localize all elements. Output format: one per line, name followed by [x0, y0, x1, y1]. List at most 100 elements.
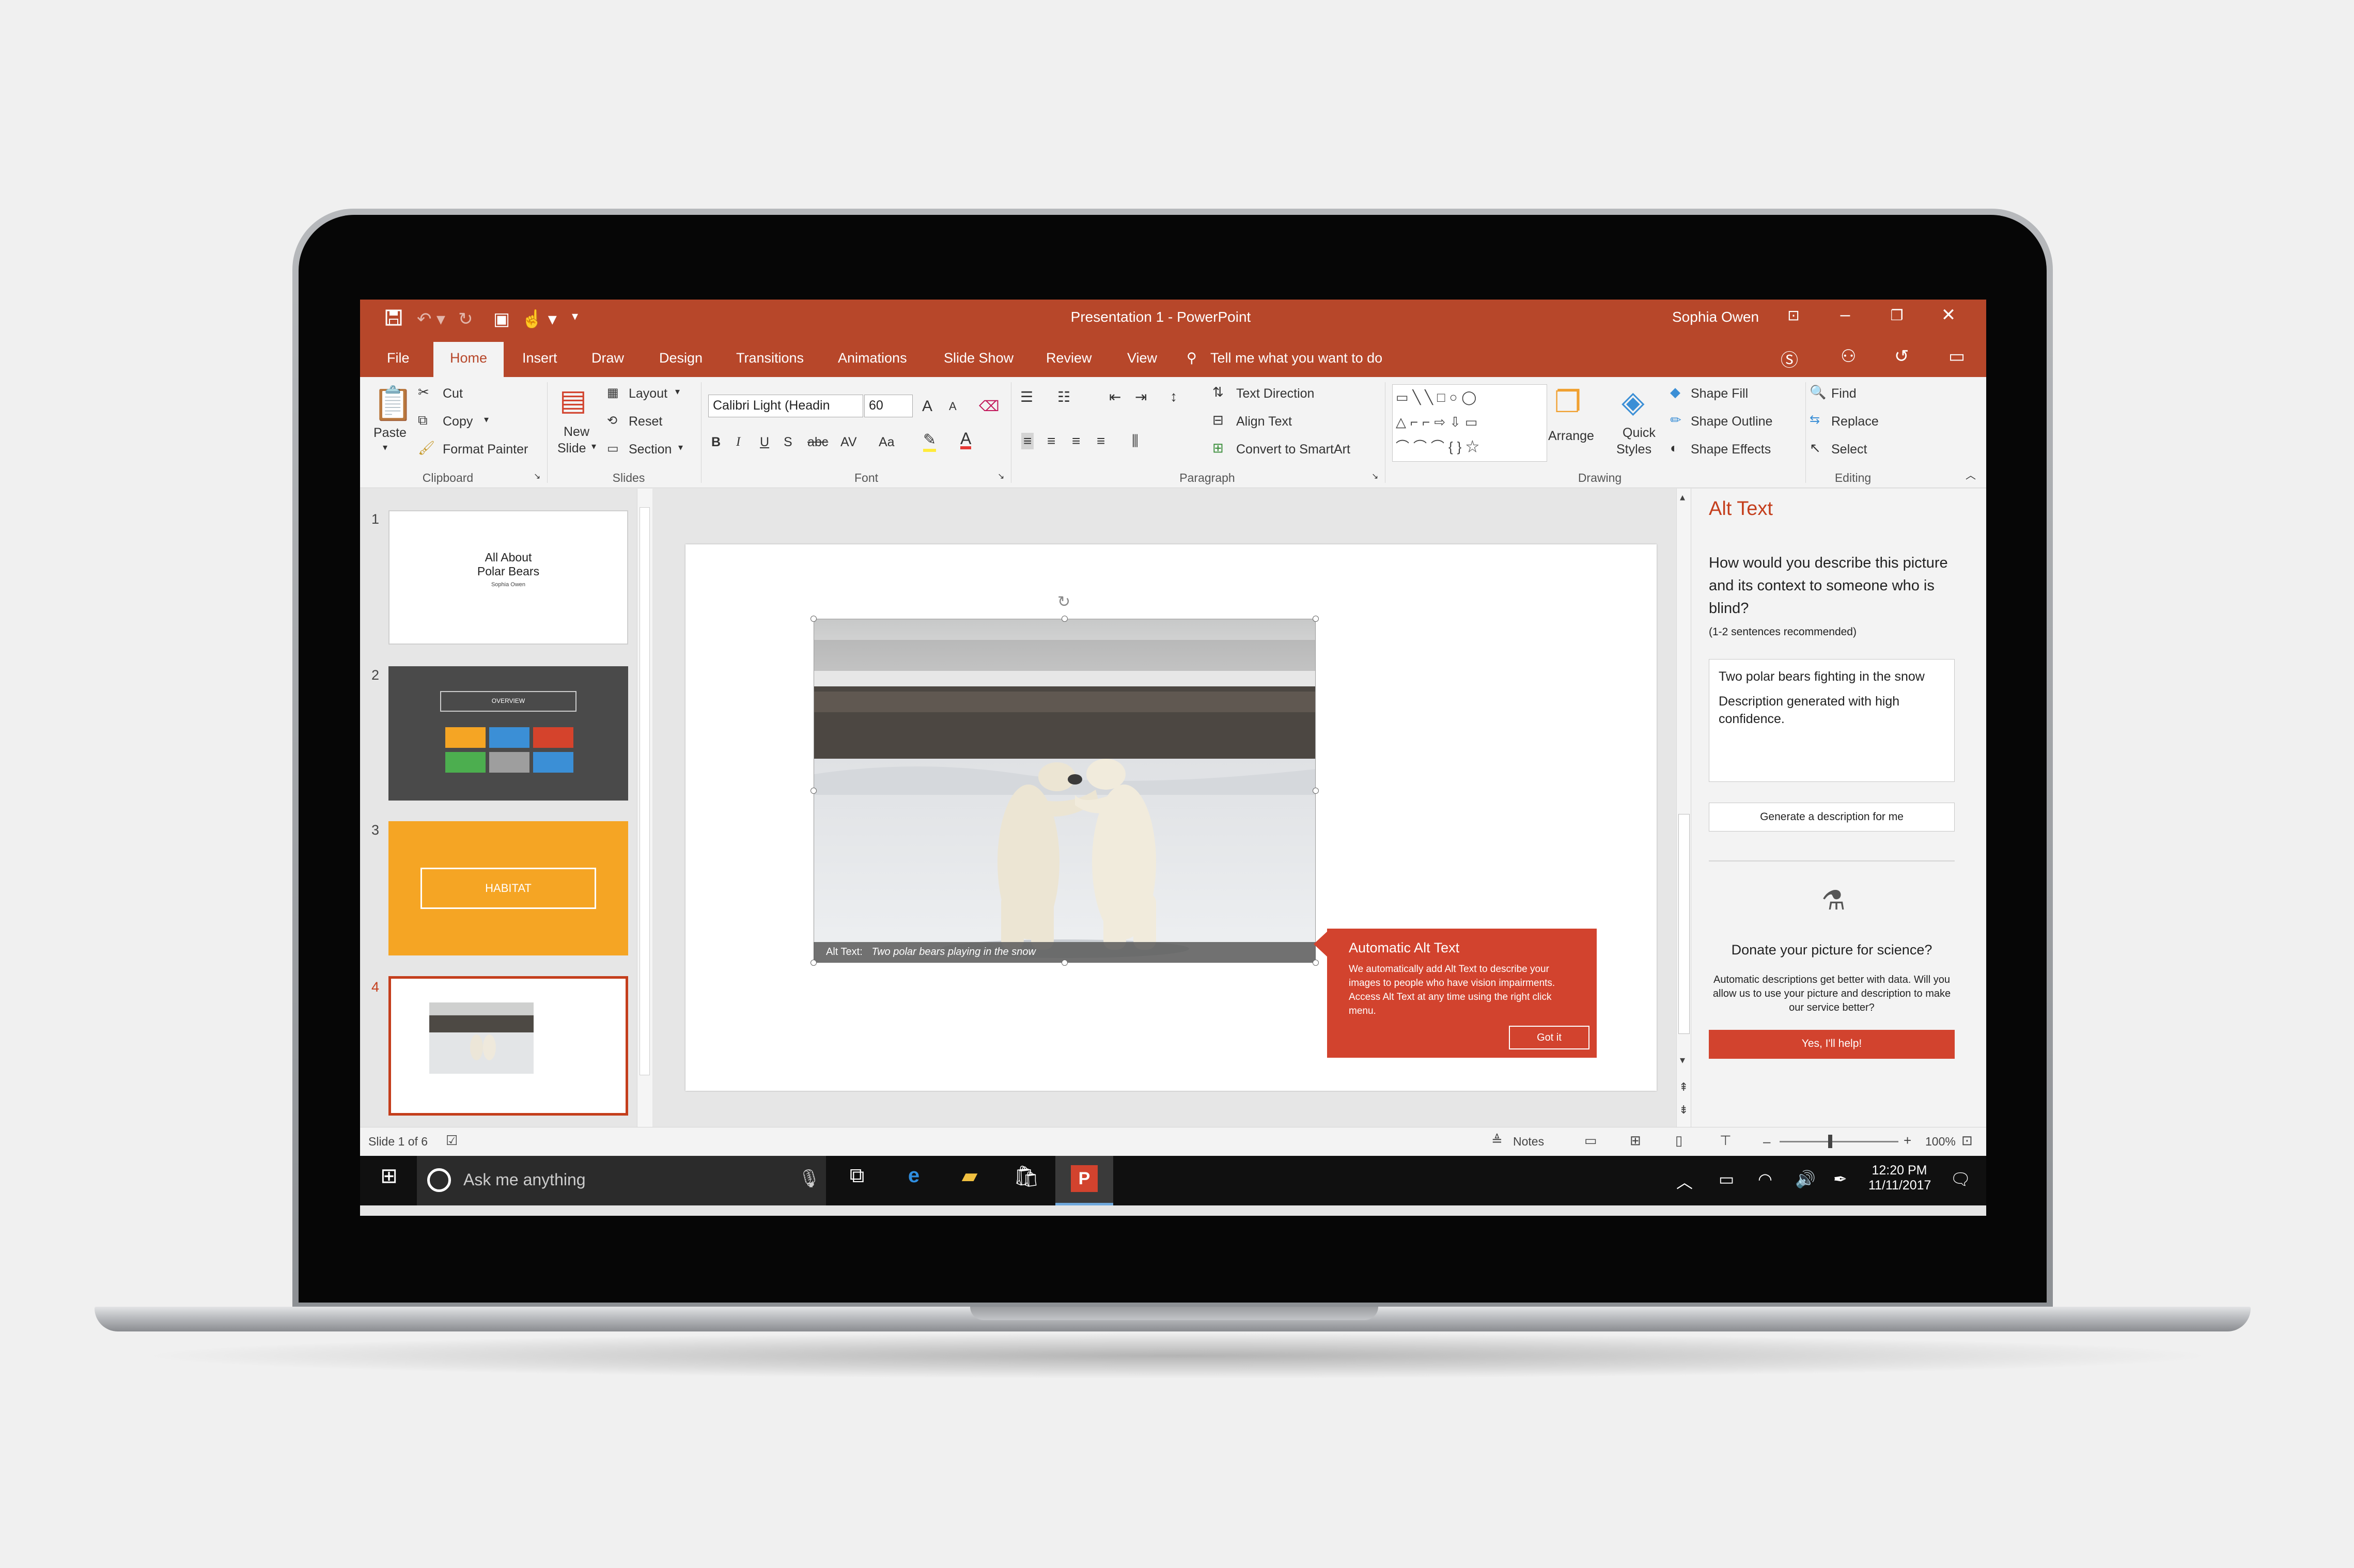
- resize-handle[interactable]: [1313, 788, 1319, 794]
- clipboard-launcher-icon[interactable]: ↘: [534, 471, 540, 481]
- redo-icon[interactable]: ↻: [458, 309, 473, 330]
- thumbnail-slide-1[interactable]: All About Polar Bears Sophia Owen: [388, 510, 628, 645]
- resize-handle[interactable]: [810, 616, 817, 622]
- quick-styles-label[interactable]: Styles: [1616, 442, 1651, 457]
- notes-button[interactable]: Notes: [1513, 1135, 1544, 1149]
- tab-home[interactable]: Home: [433, 342, 504, 377]
- reading-view-icon[interactable]: ▯: [1675, 1133, 1682, 1149]
- font-family-combo[interactable]: Calibri Light (Headin: [708, 395, 863, 417]
- bold-button[interactable]: B: [711, 435, 721, 450]
- battery-icon[interactable]: ▭: [1719, 1169, 1734, 1189]
- normal-view-icon[interactable]: ▭: [1584, 1133, 1597, 1149]
- ribbon-display-icon[interactable]: ⊡: [1775, 307, 1812, 333]
- layout-dropdown-icon[interactable]: ▾: [675, 386, 680, 397]
- new-slide-label[interactable]: Slide: [557, 441, 586, 456]
- clock[interactable]: 12:20 PM 11/11/2017: [1868, 1163, 1931, 1193]
- cut-button[interactable]: Cut: [443, 386, 463, 401]
- shrink-font-button[interactable]: A: [949, 400, 957, 413]
- history-icon[interactable]: ↺: [1894, 346, 1909, 367]
- wifi-icon[interactable]: ◠: [1758, 1169, 1772, 1189]
- present-icon[interactable]: ▣: [493, 309, 510, 330]
- tab-draw[interactable]: Draw: [591, 350, 624, 366]
- section-dropdown-icon[interactable]: ▾: [678, 442, 683, 453]
- tab-design[interactable]: Design: [659, 350, 703, 366]
- paste-button[interactable]: Paste: [373, 426, 407, 441]
- action-center-icon[interactable]: 🗨: [1950, 1169, 1971, 1189]
- font-size-combo[interactable]: 60: [864, 395, 913, 417]
- bullets-icon[interactable]: ☰: [1020, 388, 1033, 405]
- yes-ill-help-button[interactable]: Yes, I'll help!: [1709, 1030, 1955, 1059]
- collapse-ribbon-icon[interactable]: ︿: [1966, 467, 1976, 482]
- powerpoint-taskbar-button[interactable]: P: [1055, 1156, 1113, 1205]
- pen-icon[interactable]: ✒: [1833, 1169, 1847, 1189]
- save-icon[interactable]: [385, 309, 402, 331]
- show-hidden-icons[interactable]: ︿: [1676, 1169, 1693, 1193]
- touch-mode-icon[interactable]: ☝ ▾: [521, 309, 557, 330]
- search-box[interactable]: Ask me anything 🎙: [417, 1156, 826, 1205]
- next-slide-icon[interactable]: ⇟: [1679, 1103, 1688, 1117]
- layout-button[interactable]: Layout: [629, 386, 667, 401]
- scroll-up-icon[interactable]: ▴: [1680, 491, 1685, 504]
- rotate-handle-icon[interactable]: ↻: [1057, 593, 1070, 611]
- columns-icon[interactable]: ⫼: [1132, 433, 1139, 450]
- font-color-button[interactable]: A: [960, 430, 972, 449]
- close-icon[interactable]: ✕: [1930, 305, 1967, 331]
- align-right-icon[interactable]: ≡: [1072, 433, 1080, 449]
- slide-sorter-icon[interactable]: ⊞: [1630, 1133, 1641, 1149]
- skype-icon[interactable]: Ⓢ: [1781, 346, 1798, 371]
- arrange-button[interactable]: Arrange: [1548, 429, 1594, 444]
- thumbnail-slide-4[interactable]: [388, 976, 628, 1116]
- restore-icon[interactable]: ❐: [1879, 307, 1915, 333]
- format-painter-button[interactable]: Format Painter: [443, 442, 528, 457]
- highlight-icon[interactable]: ✎: [923, 431, 937, 452]
- text-direction-button[interactable]: Text Direction: [1236, 386, 1314, 401]
- align-text-button[interactable]: Align Text: [1236, 414, 1292, 429]
- resize-handle[interactable]: [1062, 960, 1068, 966]
- task-view-icon[interactable]: ⧉: [836, 1164, 878, 1187]
- previous-slide-icon[interactable]: ⇞: [1679, 1080, 1688, 1094]
- zoom-level[interactable]: 100%: [1925, 1135, 1956, 1149]
- volume-icon[interactable]: 🔊: [1795, 1169, 1816, 1189]
- resize-handle[interactable]: [1313, 616, 1319, 622]
- align-left-icon[interactable]: ≡: [1021, 433, 1034, 449]
- fit-slide-icon[interactable]: ⊡: [1961, 1133, 1973, 1149]
- italic-button[interactable]: I: [736, 435, 740, 449]
- minimize-icon[interactable]: –: [1827, 305, 1863, 331]
- edge-icon[interactable]: e: [893, 1164, 934, 1187]
- tab-file[interactable]: File: [387, 350, 410, 366]
- editor-scrollbar[interactable]: ▴ ▾ ⇞ ⇟: [1676, 489, 1692, 1127]
- generate-description-button[interactable]: Generate a description for me: [1709, 803, 1955, 832]
- resize-handle[interactable]: [810, 960, 817, 966]
- zoom-in-icon[interactable]: +: [1904, 1133, 1911, 1149]
- quick-styles-button[interactable]: Quick: [1623, 426, 1656, 441]
- change-case-button[interactable]: Aa: [879, 435, 895, 450]
- user-name[interactable]: Sophia Owen: [1672, 309, 1759, 325]
- tab-insert[interactable]: Insert: [522, 350, 557, 366]
- search-input[interactable]: Ask me anything: [463, 1170, 586, 1189]
- thumbnail-slide-2[interactable]: OVERVIEW: [388, 666, 628, 801]
- shape-effects-button[interactable]: Shape Effects: [1691, 442, 1771, 457]
- reset-button[interactable]: Reset: [629, 414, 662, 429]
- increase-indent-icon[interactable]: ⇥: [1135, 388, 1147, 405]
- find-button[interactable]: Find: [1831, 386, 1857, 401]
- spellcheck-icon[interactable]: ☑: [446, 1133, 458, 1149]
- replace-button[interactable]: Replace: [1831, 414, 1879, 429]
- scroll-thumb[interactable]: [1678, 814, 1690, 1034]
- alt-text-textarea[interactable]: Two polar bears fighting in the snow Des…: [1709, 659, 1955, 782]
- share-icon[interactable]: ⚇: [1841, 346, 1856, 367]
- got-it-button[interactable]: Got it: [1509, 1026, 1589, 1049]
- copy-button[interactable]: Copy: [443, 414, 473, 429]
- paste-icon[interactable]: 📋: [372, 384, 414, 423]
- shape-fill-button[interactable]: Shape Fill: [1691, 386, 1748, 401]
- tab-transitions[interactable]: Transitions: [736, 350, 804, 366]
- tab-view[interactable]: View: [1127, 350, 1157, 366]
- decrease-indent-icon[interactable]: ⇤: [1109, 388, 1121, 405]
- file-explorer-icon[interactable]: ▰: [949, 1164, 990, 1188]
- paste-dropdown-icon[interactable]: ▾: [383, 442, 387, 453]
- windows-start-icon[interactable]: ⊞: [368, 1164, 410, 1188]
- tab-animations[interactable]: Animations: [838, 350, 907, 366]
- tab-slide-show[interactable]: Slide Show: [944, 350, 1014, 366]
- zoom-slider[interactable]: [1780, 1141, 1898, 1142]
- thumbnail-scrollbar[interactable]: [637, 489, 652, 1127]
- zoom-out-icon[interactable]: –: [1763, 1134, 1770, 1150]
